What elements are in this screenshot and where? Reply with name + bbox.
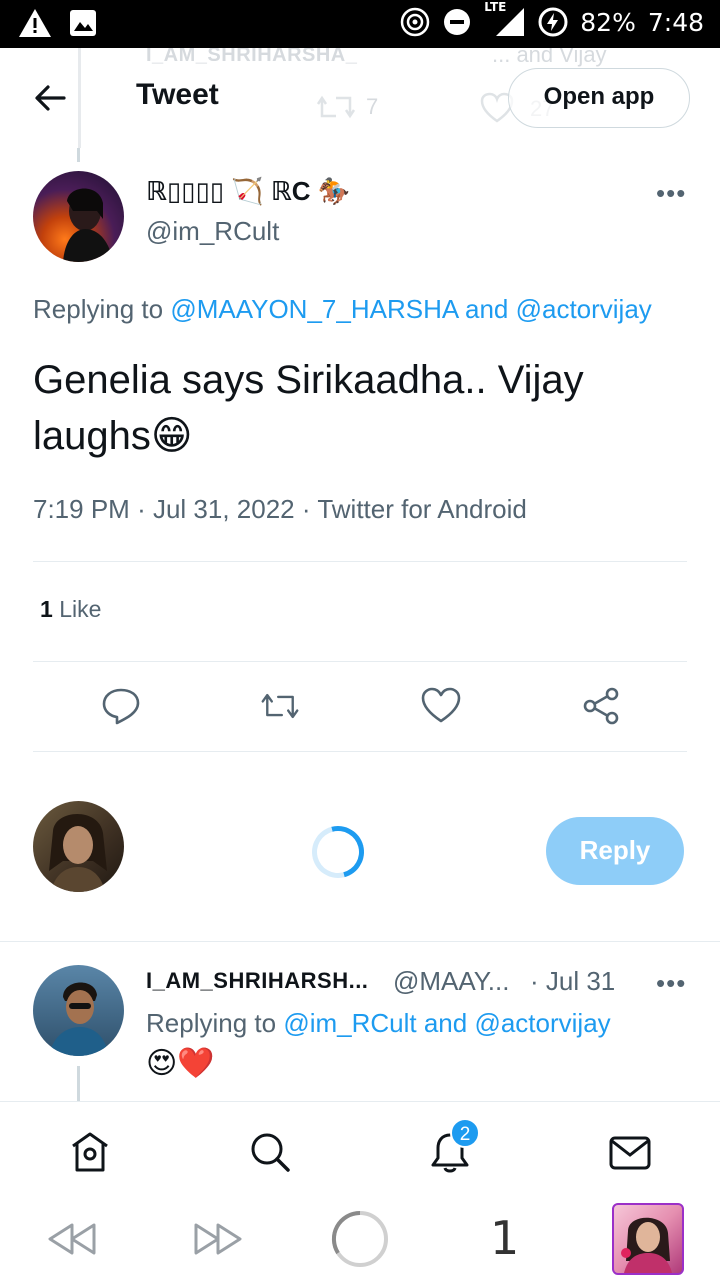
reply-author-avatar[interactable] — [33, 965, 124, 1056]
tweet-date[interactable]: Jul 31, 2022 — [153, 494, 295, 524]
search-icon[interactable] — [248, 1130, 292, 1174]
divider — [33, 661, 687, 662]
reply-more-options-icon[interactable]: ••• — [656, 968, 686, 999]
ghost-retweet-count: 7 — [366, 94, 379, 119]
back-arrow-icon[interactable] — [30, 78, 70, 118]
reply-time[interactable]: · Jul 31 — [530, 966, 615, 997]
battery-charging-icon — [538, 7, 568, 37]
status-bar: LTE 82% 7:48 — [0, 0, 720, 48]
loading-icon — [302, 816, 374, 888]
user-avatar[interactable] — [33, 801, 124, 892]
replying-to: Replying to @MAAYON_7_HARSHA and @actorv… — [33, 294, 652, 325]
reply-replying-users[interactable]: @im_RCult and @actorvijay — [283, 1008, 610, 1038]
top-app-bar: I_AM_SHRIHARSHA_ ... and Vijay 7 27 Twee… — [0, 48, 720, 148]
author-name[interactable]: ℝ▯▯▯▯ 🏹 ℝC 🏇 — [146, 176, 350, 207]
signal-icon: LTE — [484, 0, 526, 38]
author-handle[interactable]: @im_RCult — [146, 216, 279, 247]
reply-author-name[interactable]: I_AM_SHRIHARSH... — [146, 968, 368, 994]
page-title: Tweet — [136, 78, 219, 111]
battery-level: 82% — [580, 7, 636, 37]
retweet-icon[interactable] — [260, 686, 300, 726]
reply-replying-to: Replying to @im_RCult and @actorvijay — [146, 1008, 611, 1039]
reload-icon[interactable] — [330, 1209, 390, 1269]
author-avatar[interactable] — [33, 171, 124, 262]
thread-line-top — [77, 148, 80, 162]
open-app-button[interactable]: Open app — [508, 68, 690, 128]
hotspot-icon — [401, 7, 430, 37]
rewind-icon[interactable] — [46, 1219, 98, 1259]
tweet-time[interactable]: 7:19 PM — [33, 494, 130, 524]
meta-separator: · — [301, 494, 311, 524]
ghost-retweet-icon — [316, 95, 356, 119]
more-options-icon[interactable]: ••• — [656, 178, 686, 209]
browser-toolbar: 1 — [0, 1201, 720, 1280]
clock: 7:48 — [647, 7, 704, 37]
like-icon[interactable] — [421, 686, 461, 726]
mail-icon[interactable] — [608, 1130, 652, 1174]
tab-thumbnail[interactable] — [612, 1203, 684, 1275]
home-icon[interactable] — [68, 1130, 112, 1174]
divider — [33, 561, 687, 562]
divider — [0, 941, 720, 942]
divider — [33, 751, 687, 752]
ghost-parent-name: I_AM_SHRIHARSHA_ — [146, 48, 358, 66]
tweet-text: Genelia says Sirikaadha.. Vijay laughs😁 — [33, 358, 584, 458]
replying-prefix: Replying to — [33, 294, 164, 324]
image-icon — [70, 10, 96, 36]
reply-text: 😍❤️ — [146, 1047, 215, 1080]
tweet-meta: 7:19 PM · Jul 31, 2022 · Twitter for And… — [33, 494, 527, 525]
thread-line — [78, 48, 81, 148]
ghost-parent-text: ... and Vijay — [492, 48, 607, 67]
warning-icon — [19, 9, 51, 37]
like-count-label: Like — [59, 596, 102, 622]
dnd-icon — [444, 9, 471, 35]
meta-separator: · — [137, 494, 146, 524]
reply-icon[interactable] — [101, 686, 141, 726]
like-count[interactable]: 1 Like — [40, 596, 101, 623]
reply-button[interactable]: Reply — [546, 817, 684, 885]
forward-icon[interactable] — [192, 1219, 244, 1259]
tweet-source[interactable]: Twitter for Android — [317, 494, 527, 524]
tab-count[interactable]: 1 — [490, 1211, 519, 1265]
replying-users[interactable]: @MAAYON_7_HARSHA and @actorvijay — [170, 294, 651, 324]
share-icon[interactable] — [581, 686, 621, 726]
bottom-nav: 2 — [0, 1101, 720, 1201]
notifications-badge: 2 — [450, 1118, 480, 1148]
like-count-value: 1 — [40, 596, 53, 622]
reply-replying-prefix: Replying to — [146, 1008, 277, 1038]
reply-author-handle[interactable]: @MAAY... — [393, 966, 509, 997]
thread-line-bottom — [77, 1066, 80, 1101]
